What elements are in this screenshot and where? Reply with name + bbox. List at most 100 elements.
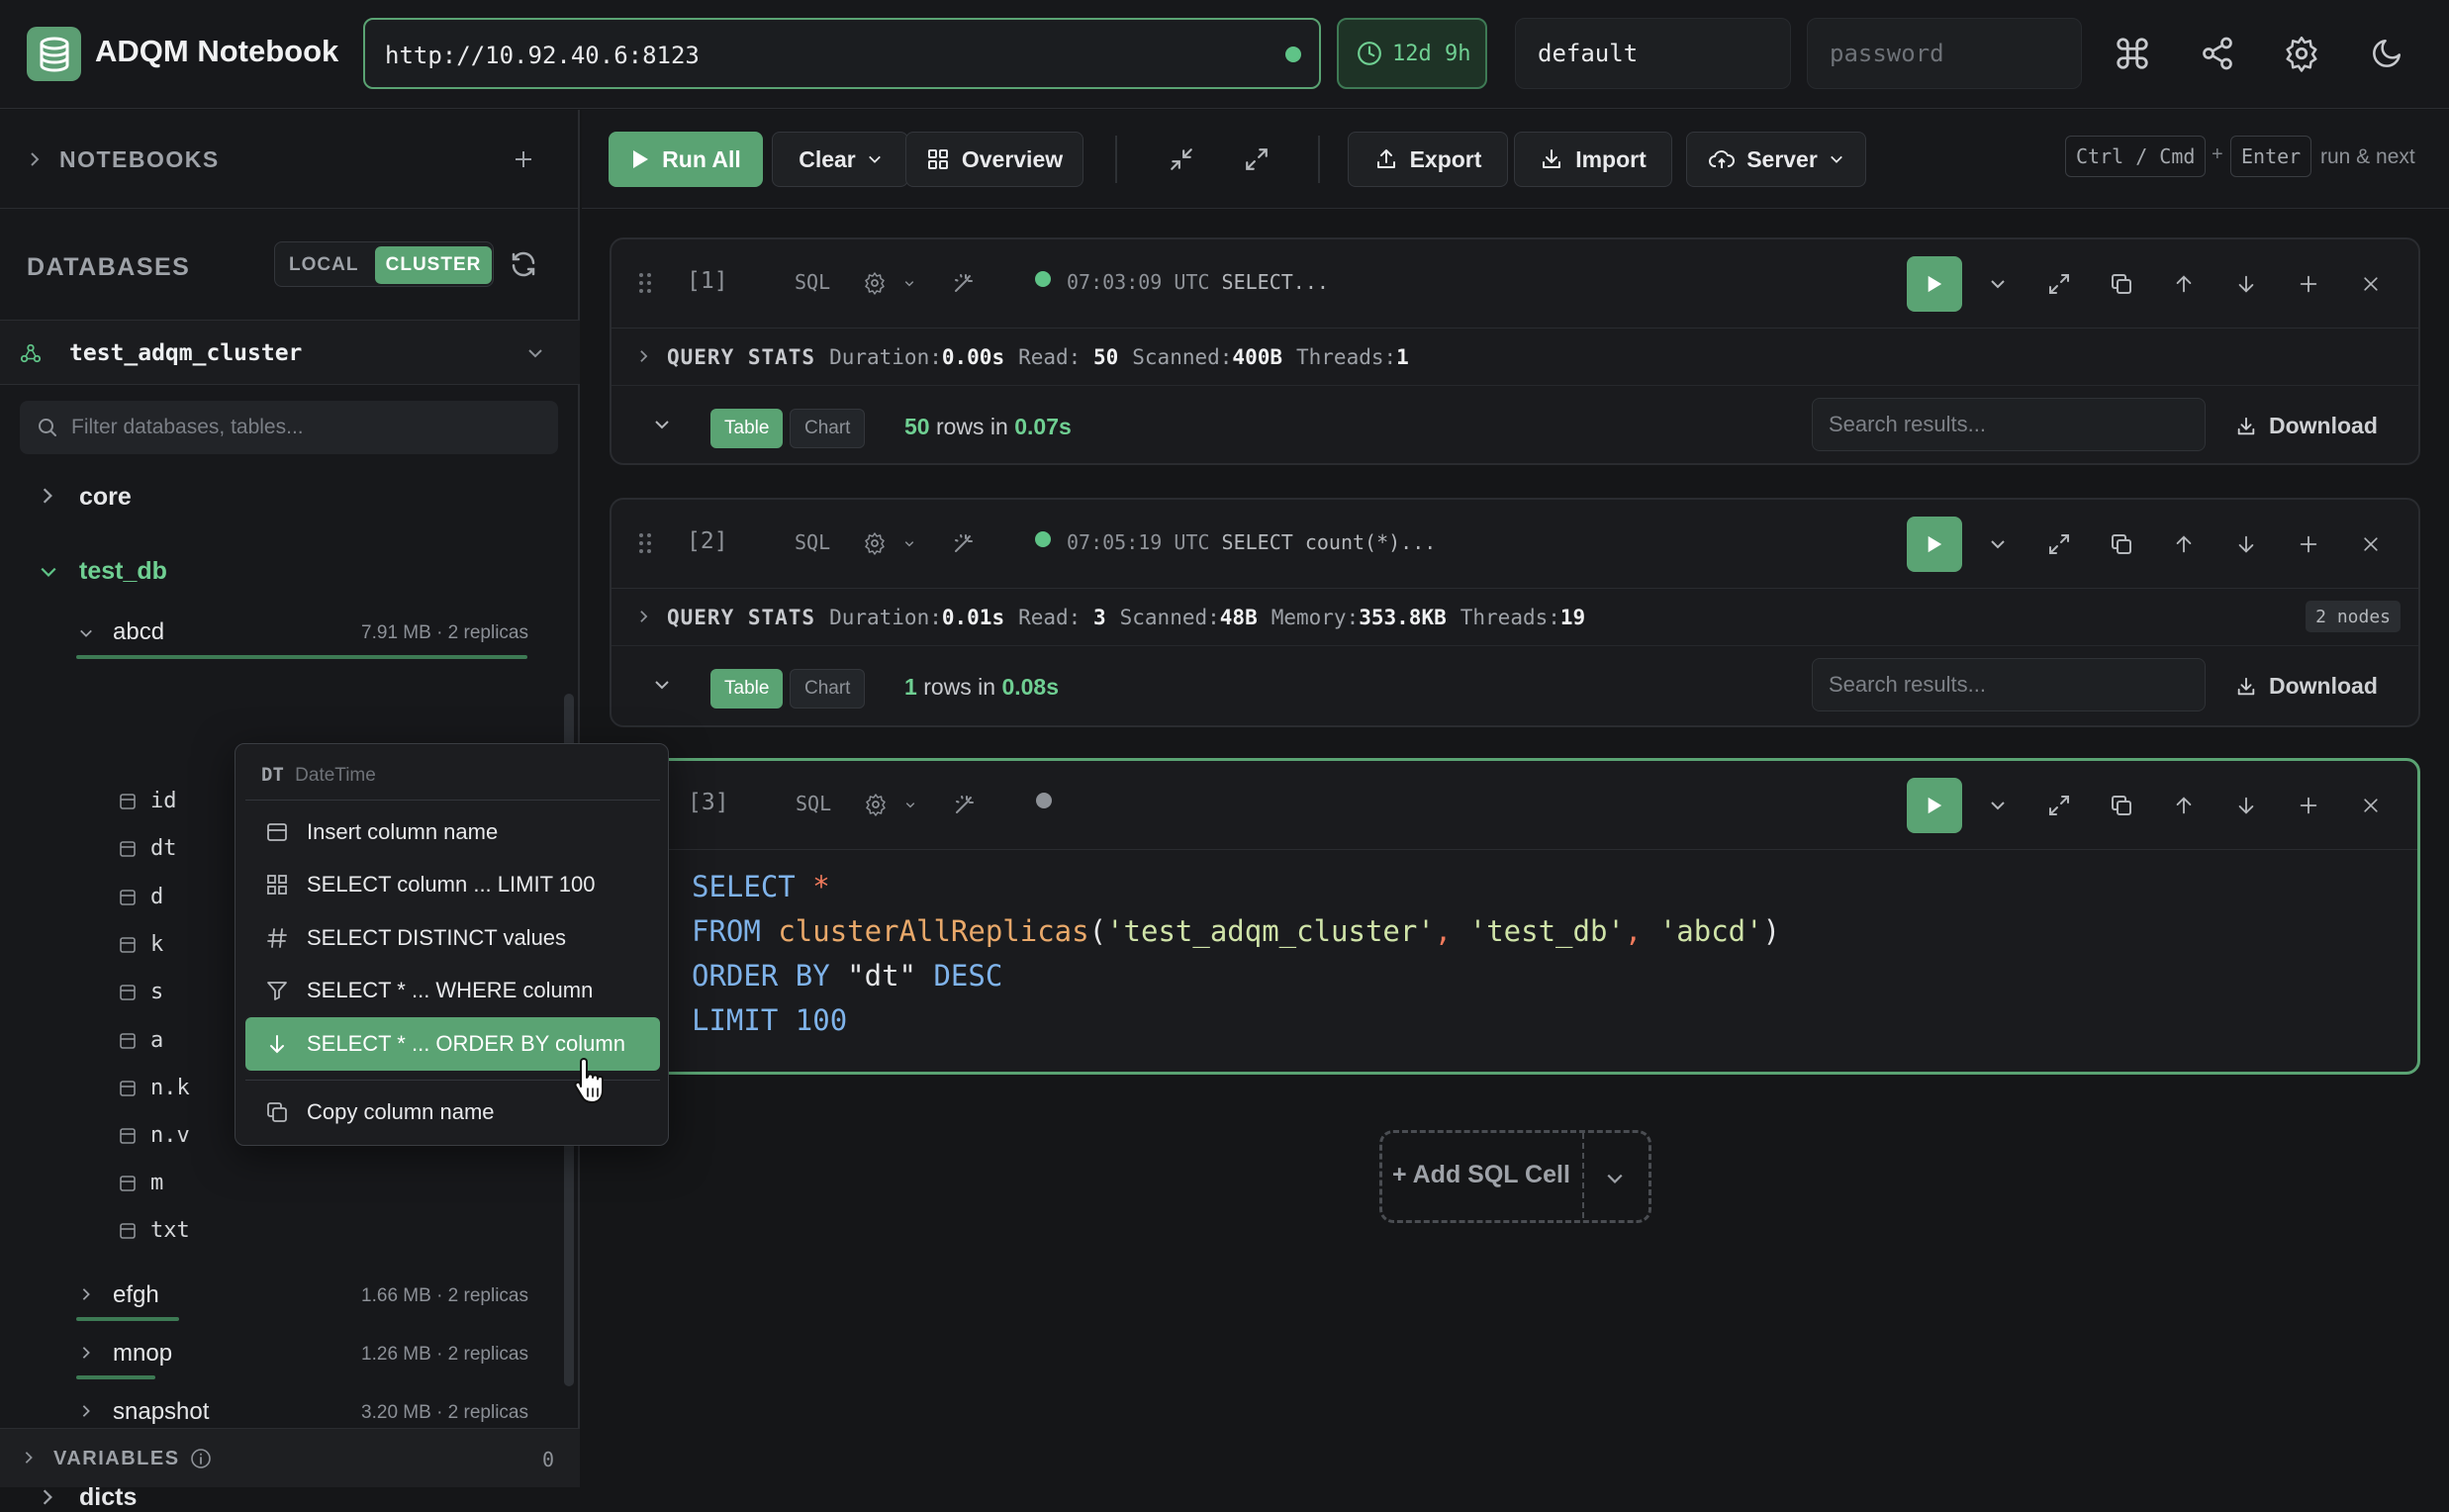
magic-wand-icon[interactable] bbox=[953, 793, 977, 816]
uptime-badge[interactable]: 12d 9h bbox=[1337, 18, 1487, 89]
move-up-arrow-icon[interactable] bbox=[2165, 787, 2203, 824]
chevron-down-icon[interactable] bbox=[79, 628, 93, 638]
db-item-core[interactable]: core bbox=[79, 483, 132, 512]
server-url-input[interactable]: http://10.92.40.6:8123 bbox=[363, 18, 1321, 89]
duplicate-icon[interactable] bbox=[2103, 525, 2140, 563]
download-button[interactable]: Download bbox=[2235, 673, 2378, 700]
drag-handle-icon[interactable] bbox=[638, 532, 652, 554]
chevron-down-icon[interactable] bbox=[1606, 1173, 1624, 1184]
tab-chart[interactable]: Chart bbox=[790, 669, 866, 709]
dark-mode-moon-icon[interactable] bbox=[2365, 32, 2408, 75]
server-button[interactable]: Server bbox=[1686, 132, 1866, 187]
run-cell-button[interactable] bbox=[1907, 517, 1962, 572]
clear-button[interactable]: Clear bbox=[772, 132, 908, 187]
chevron-right-icon[interactable] bbox=[81, 1346, 91, 1360]
duplicate-icon[interactable] bbox=[2103, 787, 2140, 824]
table-item-mnop[interactable]: mnop bbox=[113, 1340, 172, 1368]
run-cell-button[interactable] bbox=[1907, 778, 1962, 833]
command-palette-icon[interactable] bbox=[2111, 32, 2154, 75]
menu-item-select-where[interactable]: SELECT * ... WHERE column bbox=[245, 964, 660, 1017]
export-button[interactable]: Export bbox=[1348, 132, 1508, 187]
settings-gear-icon[interactable] bbox=[2280, 32, 2323, 75]
close-icon[interactable] bbox=[2352, 265, 2390, 303]
sql-editor[interactable]: SELECT * FROM clusterAllReplicas('test_a… bbox=[692, 865, 1780, 1043]
chevron-down-icon[interactable] bbox=[904, 540, 914, 547]
column-item[interactable]: m bbox=[119, 1171, 163, 1195]
maximize-icon[interactable] bbox=[2040, 787, 2078, 824]
column-item[interactable]: n.k bbox=[119, 1076, 190, 1100]
refresh-icon[interactable] bbox=[509, 249, 538, 279]
chevron-down-icon[interactable] bbox=[40, 566, 57, 578]
duplicate-icon[interactable] bbox=[2103, 265, 2140, 303]
chevron-down-icon[interactable] bbox=[904, 280, 914, 287]
run-all-button[interactable]: Run All bbox=[609, 132, 763, 187]
chevron-down-icon[interactable] bbox=[654, 420, 670, 429]
column-item[interactable]: dt bbox=[119, 836, 177, 861]
add-notebook-plus-icon[interactable] bbox=[512, 147, 535, 171]
cell-settings-gear-icon[interactable] bbox=[864, 793, 888, 816]
run-options-chevron-icon[interactable] bbox=[1979, 265, 2017, 303]
cluster-selector[interactable]: test_adqm_cluster bbox=[0, 320, 580, 385]
menu-item-select-distinct[interactable]: SELECT DISTINCT values bbox=[245, 911, 660, 965]
move-down-arrow-icon[interactable] bbox=[2227, 525, 2265, 563]
table-item-snapshot[interactable]: snapshot bbox=[113, 1398, 209, 1426]
search-results-input[interactable]: Search results... bbox=[1812, 658, 2206, 711]
chevron-right-icon[interactable] bbox=[81, 1287, 91, 1301]
add-cell-plus-icon[interactable] bbox=[2290, 265, 2327, 303]
menu-item-insert-column-name[interactable]: Insert column name bbox=[245, 805, 660, 859]
close-icon[interactable] bbox=[2352, 525, 2390, 563]
db-item-test-db[interactable]: test_db bbox=[79, 557, 167, 586]
chevron-right-icon[interactable] bbox=[42, 1488, 53, 1506]
column-item[interactable]: a bbox=[119, 1028, 163, 1053]
add-cell-plus-icon[interactable] bbox=[2290, 525, 2327, 563]
move-down-arrow-icon[interactable] bbox=[2227, 265, 2265, 303]
run-options-chevron-icon[interactable] bbox=[1979, 525, 2017, 563]
magic-wand-icon[interactable] bbox=[952, 271, 976, 295]
chevron-right-icon[interactable] bbox=[81, 1404, 91, 1418]
move-up-arrow-icon[interactable] bbox=[2165, 525, 2203, 563]
column-item[interactable]: s bbox=[119, 980, 163, 1004]
expand-all-icon[interactable] bbox=[1235, 138, 1278, 181]
tab-table[interactable]: Table bbox=[710, 669, 784, 709]
share-icon[interactable] bbox=[2196, 32, 2239, 75]
chevron-down-icon[interactable] bbox=[654, 680, 670, 690]
move-up-arrow-icon[interactable] bbox=[2165, 265, 2203, 303]
db-item-dicts[interactable]: dicts bbox=[79, 1483, 137, 1512]
run-options-chevron-icon[interactable] bbox=[1979, 787, 2017, 824]
chevron-right-icon[interactable] bbox=[42, 487, 53, 505]
column-item[interactable]: txt bbox=[119, 1218, 190, 1243]
query-stats[interactable]: QUERY STATS Duration:0.01s Read: 3 Scann… bbox=[612, 589, 2418, 646]
variables-section[interactable]: VARIABLES 0 bbox=[0, 1428, 580, 1487]
magic-wand-icon[interactable] bbox=[952, 531, 976, 555]
chevron-right-icon[interactable] bbox=[28, 151, 42, 167]
overview-button[interactable]: Overview bbox=[905, 132, 1083, 187]
import-button[interactable]: Import bbox=[1514, 132, 1672, 187]
move-down-arrow-icon[interactable] bbox=[2227, 787, 2265, 824]
filter-input[interactable]: Filter databases, tables... bbox=[20, 401, 558, 454]
cell-settings-gear-icon[interactable] bbox=[863, 531, 887, 555]
menu-item-select-limit[interactable]: SELECT column ... LIMIT 100 bbox=[245, 858, 660, 911]
table-item-abcd[interactable]: abcd bbox=[113, 618, 164, 646]
run-cell-button[interactable] bbox=[1907, 256, 1962, 312]
cell-language[interactable]: SQL bbox=[795, 270, 830, 294]
column-item[interactable]: n.v bbox=[119, 1123, 190, 1148]
add-cell-plus-icon[interactable] bbox=[2290, 787, 2327, 824]
toggle-cluster[interactable]: CLUSTER bbox=[375, 246, 492, 284]
column-item[interactable]: k bbox=[119, 932, 163, 957]
maximize-icon[interactable] bbox=[2040, 525, 2078, 563]
cell-settings-gear-icon[interactable] bbox=[863, 271, 887, 295]
cell-language[interactable]: SQL bbox=[796, 792, 831, 815]
tab-table[interactable]: Table bbox=[710, 409, 784, 448]
add-sql-cell-button[interactable]: + Add SQL Cell bbox=[1392, 1161, 1570, 1189]
column-item[interactable]: id bbox=[119, 789, 177, 813]
download-button[interactable]: Download bbox=[2235, 413, 2378, 439]
table-item-efgh[interactable]: efgh bbox=[113, 1281, 159, 1309]
query-stats[interactable]: QUERY STATS Duration:0.00s Read: 50 Scan… bbox=[612, 329, 2418, 386]
password-input[interactable]: password bbox=[1807, 18, 2082, 89]
username-input[interactable]: default bbox=[1515, 18, 1791, 89]
chevron-down-icon[interactable] bbox=[905, 802, 915, 808]
collapse-all-icon[interactable] bbox=[1160, 138, 1203, 181]
maximize-icon[interactable] bbox=[2040, 265, 2078, 303]
search-results-input[interactable]: Search results... bbox=[1812, 398, 2206, 451]
info-icon[interactable] bbox=[189, 1447, 213, 1470]
